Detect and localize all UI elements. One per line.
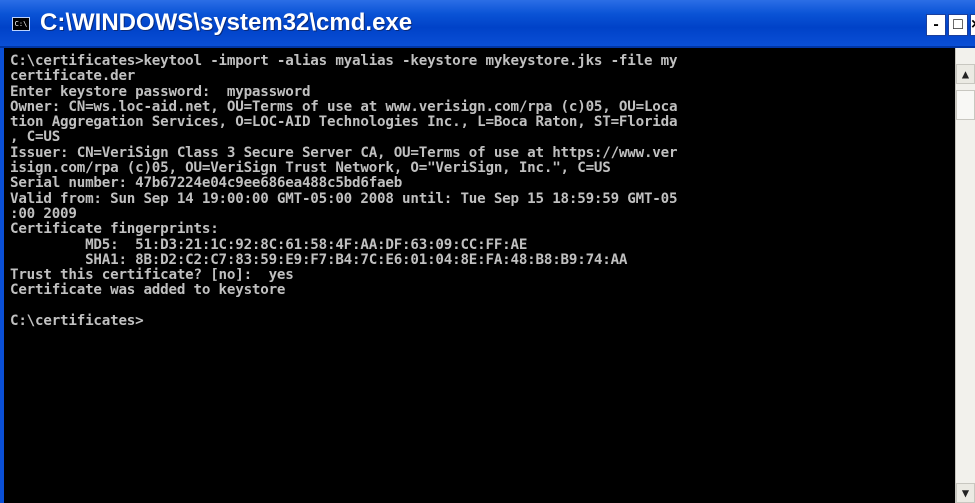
console-line: Enter keystore password: mypassword [10,83,311,100]
cmd-icon[interactable]: C:\ [12,17,30,31]
console-line: isign.com/rpa (c)05, OU=VeriSign Trust N… [10,160,611,177]
minimize-button[interactable]: - [926,14,946,36]
console-line: MD5: 51:D3:21:1C:92:8C:61:58:4F:AA:DF:63… [10,236,528,253]
console-line: Trust this certificate? [no]: yes [10,267,294,284]
vertical-scrollbar[interactable]: ▲ ▼ [955,48,975,503]
console-line: certificate.der [10,68,136,85]
window-title: C:\WINDOWS\system32\cmd.exe [40,9,413,36]
console-line: , C=US [10,129,61,146]
title-bar[interactable]: C:\ C:\WINDOWS\system32\cmd.exe - □ × [0,0,975,48]
console-line: C:\certificates> [10,313,144,330]
scroll-up-arrow-icon[interactable]: ▲ [956,64,975,84]
console-line: C:\certificates>keytool -import -alias m… [10,53,678,69]
console-line: Owner: CN=ws.loc-aid.net, OU=Terms of us… [10,98,678,115]
console-area[interactable]: C:\certificates>keytool -import -alias m… [0,48,955,503]
scroll-thumb[interactable] [956,90,975,120]
console-line: SHA1: 8B:D2:C2:C7:83:59:E9:F7:B4:7C:E6:0… [10,251,628,268]
console-output: C:\certificates>keytool -import -alias m… [10,53,678,330]
console-line: Valid from: Sun Sep 14 19:00:00 GMT-05:0… [10,190,678,207]
console-line: tion Aggregation Services, O=LOC-AID Tec… [10,114,678,131]
console-line: Serial number: 47b67224e04c9ee686ea488c5… [10,175,403,192]
close-button[interactable]: × [970,14,975,36]
console-line: Certificate was added to keystore [10,282,286,299]
cmd-window: C:\ C:\WINDOWS\system32\cmd.exe - □ × C:… [0,0,975,503]
scroll-down-arrow-icon[interactable]: ▼ [956,483,975,503]
console-line: Certificate fingerprints: [10,221,219,238]
console-line: Issuer: CN=VeriSign Class 3 Secure Serve… [10,144,678,161]
maximize-button[interactable]: □ [948,14,968,36]
console-line: :00 2009 [10,205,77,222]
